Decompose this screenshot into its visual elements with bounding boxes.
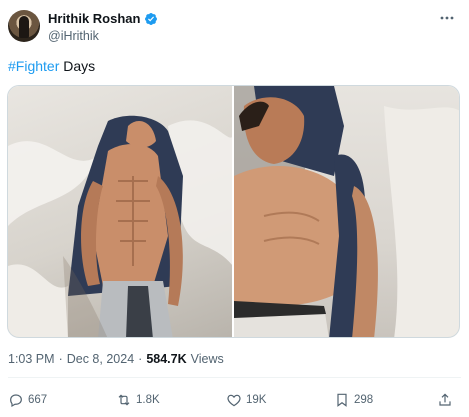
bookmark-count: 298 xyxy=(354,394,374,406)
share-button[interactable] xyxy=(437,392,453,408)
hashtag-link[interactable]: #Fighter xyxy=(8,58,59,74)
like-count: 19K xyxy=(246,394,267,406)
repost-icon xyxy=(118,394,130,406)
share-icon xyxy=(439,393,451,406)
author-name-row[interactable]: Hrithik Roshan xyxy=(48,11,158,26)
bookmark-button[interactable]: 298 xyxy=(334,392,373,408)
photo-2[interactable] xyxy=(234,86,459,337)
divider xyxy=(8,377,461,378)
like-button[interactable]: 19K xyxy=(226,392,266,408)
media-grid xyxy=(7,85,460,338)
author-name[interactable]: Hrithik Roshan xyxy=(48,11,140,26)
action-bar: 667 1.8K 19K 298 xyxy=(8,390,461,410)
reply-count: 667 xyxy=(28,394,48,406)
repost-count: 1.8K xyxy=(136,394,160,406)
like-icon xyxy=(227,394,241,407)
repost-button[interactable]: 1.8K xyxy=(116,392,160,408)
photo-1-illustration xyxy=(8,115,232,337)
tweet-time[interactable]: 1:03 PM xyxy=(8,352,55,366)
avatar[interactable] xyxy=(8,10,40,42)
author-handle[interactable]: @iHrithik xyxy=(48,29,99,43)
tweet-text-body: Days xyxy=(59,58,96,74)
meta-separator: · xyxy=(58,352,63,366)
meta-separator-2: · xyxy=(138,352,143,366)
reply-icon xyxy=(10,394,22,408)
reply-button[interactable]: 667 xyxy=(8,392,47,408)
more-icon[interactable] xyxy=(439,11,455,25)
tweet-text: #Fighter Days xyxy=(8,58,95,74)
photo-1[interactable] xyxy=(8,86,232,337)
tweet-meta: 1:03 PM · Dec 8, 2024 · 584.7K Views xyxy=(8,352,224,366)
verified-badge-icon xyxy=(145,12,158,25)
bookmark-icon xyxy=(337,393,347,407)
views-label: Views xyxy=(190,352,224,366)
tweet-date[interactable]: Dec 8, 2024 xyxy=(67,352,134,366)
photo-2-illustration xyxy=(234,86,459,337)
views-count[interactable]: 584.7K xyxy=(146,352,186,366)
